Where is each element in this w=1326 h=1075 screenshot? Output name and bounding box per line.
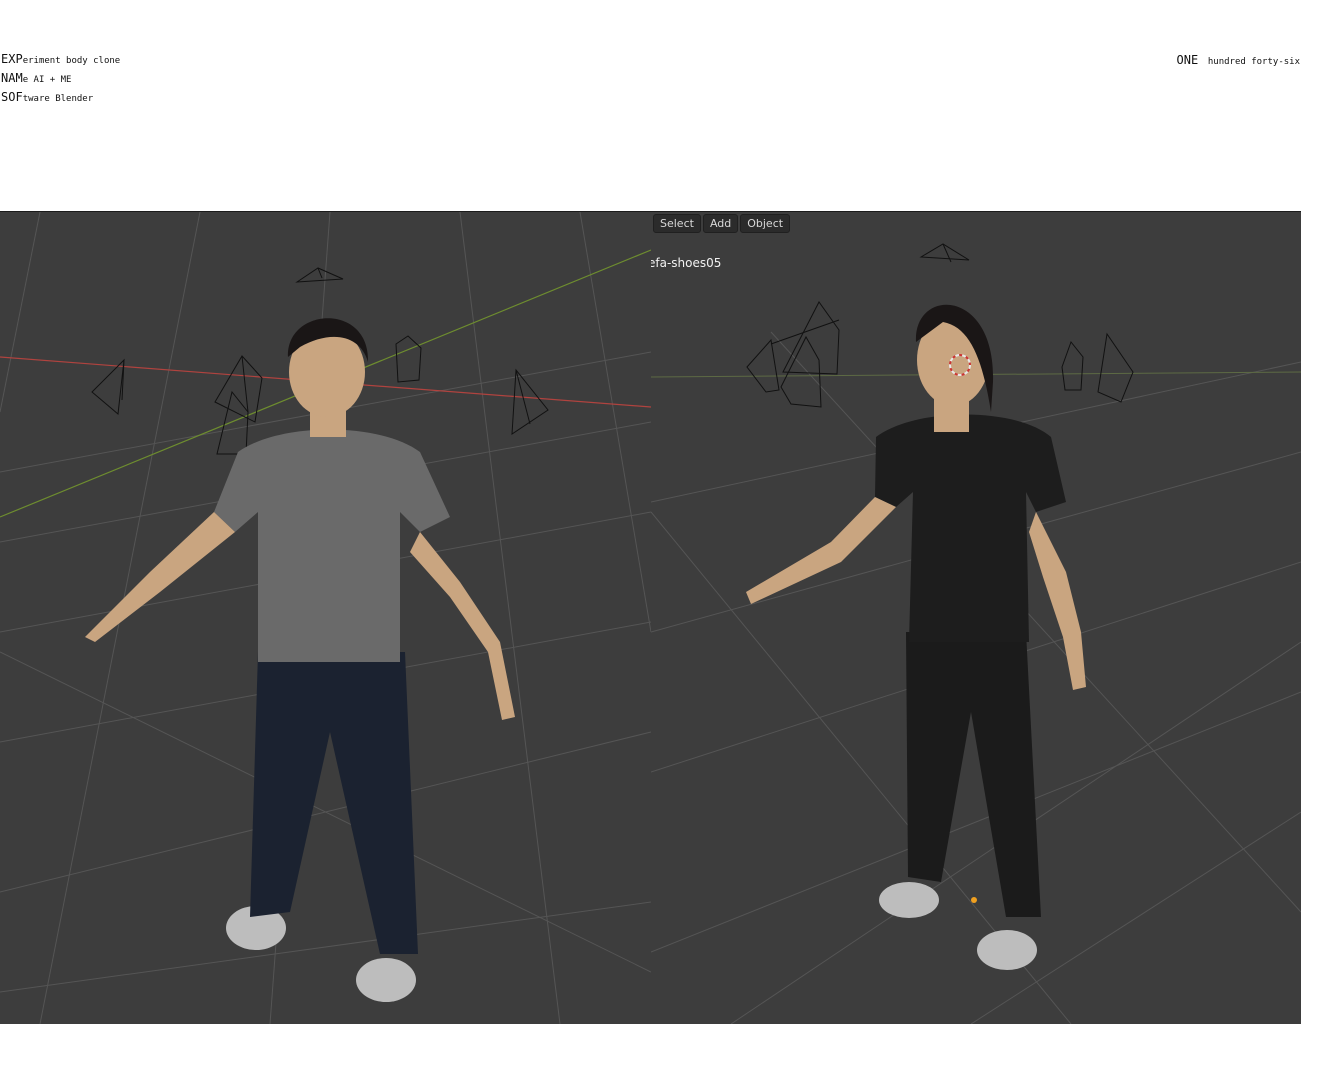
viewport-header-menu: Select Add Object <box>653 214 791 233</box>
counter-small: hundred forty-six <box>1207 57 1300 67</box>
software-rest: tware Blender <box>22 94 94 104</box>
name-rest: e AI + ME <box>22 75 72 85</box>
software-row: SOFtware Blender <box>1 88 120 107</box>
right-scene <box>651 243 1301 1024</box>
name-row: NAMe AI + ME <box>1 69 120 88</box>
frame-counter: ONE hundred forty-six <box>1177 49 1300 68</box>
experiment-info: EXPeriment body clone NAMe AI + ME SOFtw… <box>1 50 120 107</box>
experiment-row: EXPeriment body clone <box>1 50 120 69</box>
left-scene <box>0 212 651 1024</box>
experiment-prefix: EXP <box>1 52 23 66</box>
select-menu[interactable]: Select <box>653 214 701 233</box>
avatar-left <box>85 318 515 1002</box>
name-prefix: NAM <box>1 71 23 85</box>
software-prefix: SOF <box>1 90 23 104</box>
active-object-name: efa-shoes05 <box>651 256 722 270</box>
right-3d-viewport[interactable]: Select Add Object efa-shoes05 <box>651 211 1301 1024</box>
counter-big: ONE <box>1176 53 1199 67</box>
object-menu[interactable]: Object <box>740 214 791 233</box>
object-origin <box>971 897 977 903</box>
left-3d-viewport[interactable] <box>0 211 651 1024</box>
add-menu[interactable]: Add <box>702 214 739 233</box>
experiment-rest: eriment body clone <box>22 56 121 66</box>
